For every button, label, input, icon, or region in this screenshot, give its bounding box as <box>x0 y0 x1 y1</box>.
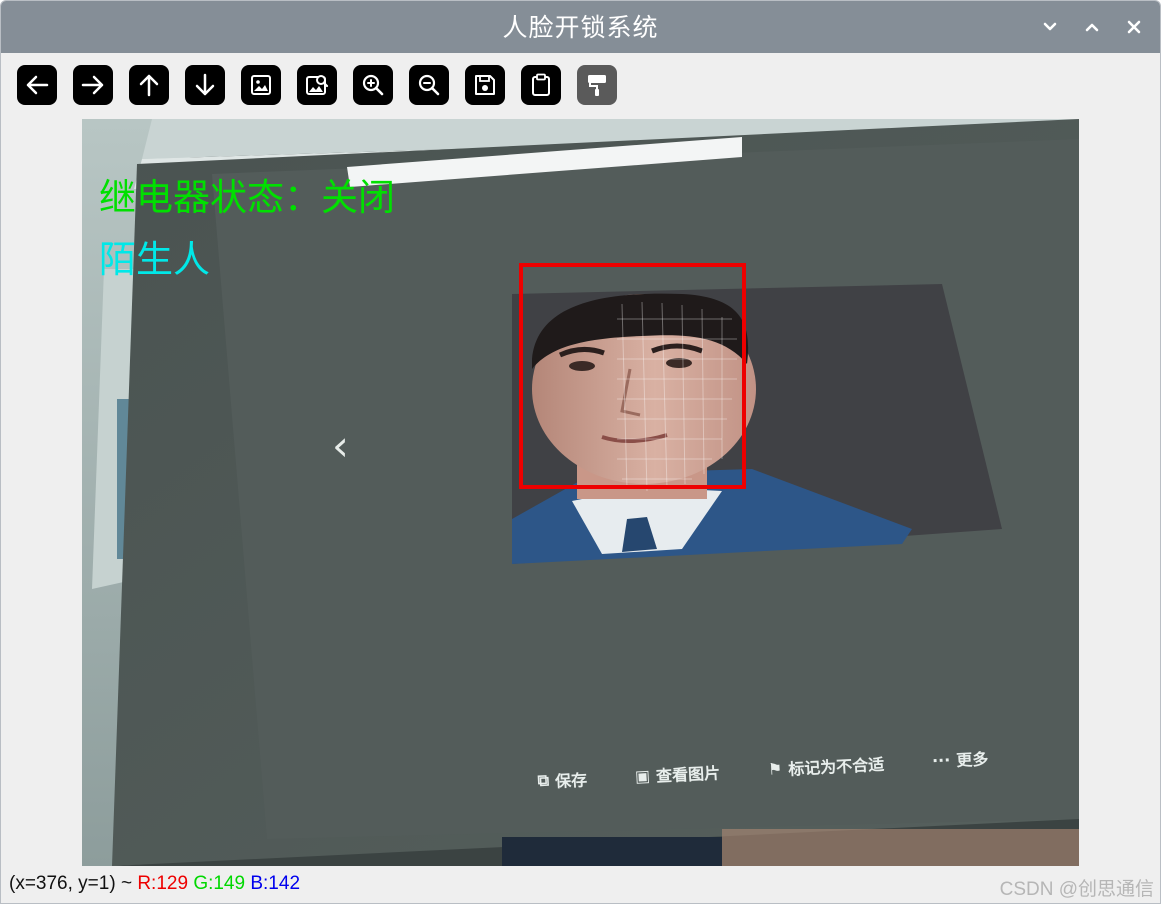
close-icon <box>1127 20 1141 34</box>
window-controls <box>1034 11 1150 43</box>
title-bar[interactable]: 人脸开锁系统 <box>1 1 1160 53</box>
relay-status-label: 继电器状态：关闭 <box>99 176 395 219</box>
screen-action-label: 更多 <box>955 749 989 771</box>
face-detection-box <box>519 263 746 489</box>
maximize-icon <box>1085 23 1099 32</box>
image-icon <box>251 75 271 95</box>
recognition-label: 陌生人 <box>99 238 210 281</box>
screen-action-label: 查看图片 <box>655 763 721 786</box>
zoom-in-icon <box>362 74 384 96</box>
more-icon: ··· <box>931 749 951 770</box>
watermark: CSDN @创思通信 <box>999 879 1154 900</box>
properties-button[interactable] <box>577 65 617 105</box>
app-window: 人脸开锁系统 继电器状态：关闭 陌生人 ‹ ⧉ 保存 ▣ 查看图片 ⚑ 标记为不… <box>0 0 1161 904</box>
pan-down-button[interactable] <box>185 65 225 105</box>
maximize-button[interactable] <box>1076 11 1108 43</box>
arrow-right-icon <box>81 75 104 95</box>
pan-right-button[interactable] <box>73 65 113 105</box>
screen-action-label: 标记为不合适 <box>787 754 885 779</box>
save-button[interactable] <box>465 65 505 105</box>
screen-action-save: ⧉ 保存 <box>537 766 588 793</box>
chevron-left-icon: ‹ <box>332 421 349 470</box>
minimize-button[interactable] <box>1034 11 1066 43</box>
close-button[interactable] <box>1118 11 1150 43</box>
clipboard-icon <box>532 73 550 96</box>
zoom-fit-button[interactable] <box>241 65 281 105</box>
image-icon: ▣ <box>634 765 651 786</box>
red-value: R:129 <box>137 873 189 894</box>
window-title: 人脸开锁系统 <box>502 13 659 42</box>
zoom-out-icon <box>418 74 440 96</box>
image-toolbar <box>17 65 617 105</box>
save-icon <box>475 75 495 95</box>
arrow-down-icon <box>195 73 215 96</box>
pixel-status-bar: (x=376, y=1) ~ R:129 G:149 B:142 <box>9 873 300 895</box>
cursor-coordinates: (x=376, y=1) ~ <box>9 873 133 894</box>
screen-action-more: ··· 更多 <box>931 745 989 772</box>
arrow-up-icon <box>139 74 159 97</box>
minimize-icon <box>1043 22 1057 31</box>
copy-button[interactable] <box>521 65 561 105</box>
zoom-out-button[interactable] <box>409 65 449 105</box>
arrow-left-icon <box>26 75 49 95</box>
camera-view[interactable]: 继电器状态：关闭 陌生人 ‹ ⧉ 保存 ▣ 查看图片 ⚑ 标记为不合适 ··· … <box>82 119 1079 866</box>
screen-action-view: ▣ 查看图片 <box>634 759 720 787</box>
pan-up-button[interactable] <box>129 65 169 105</box>
save-icon: ⧉ <box>537 770 550 790</box>
screen-action-label: 保存 <box>554 770 588 792</box>
green-value: G:149 <box>193 873 246 894</box>
zoom-inspect-button[interactable] <box>297 65 337 105</box>
paint-roller-icon <box>588 75 606 96</box>
blue-value: B:142 <box>250 873 301 894</box>
pan-left-button[interactable] <box>17 65 57 105</box>
flag-icon: ⚑ <box>767 758 783 779</box>
zoom-in-button[interactable] <box>353 65 393 105</box>
image-search-icon <box>306 75 329 95</box>
